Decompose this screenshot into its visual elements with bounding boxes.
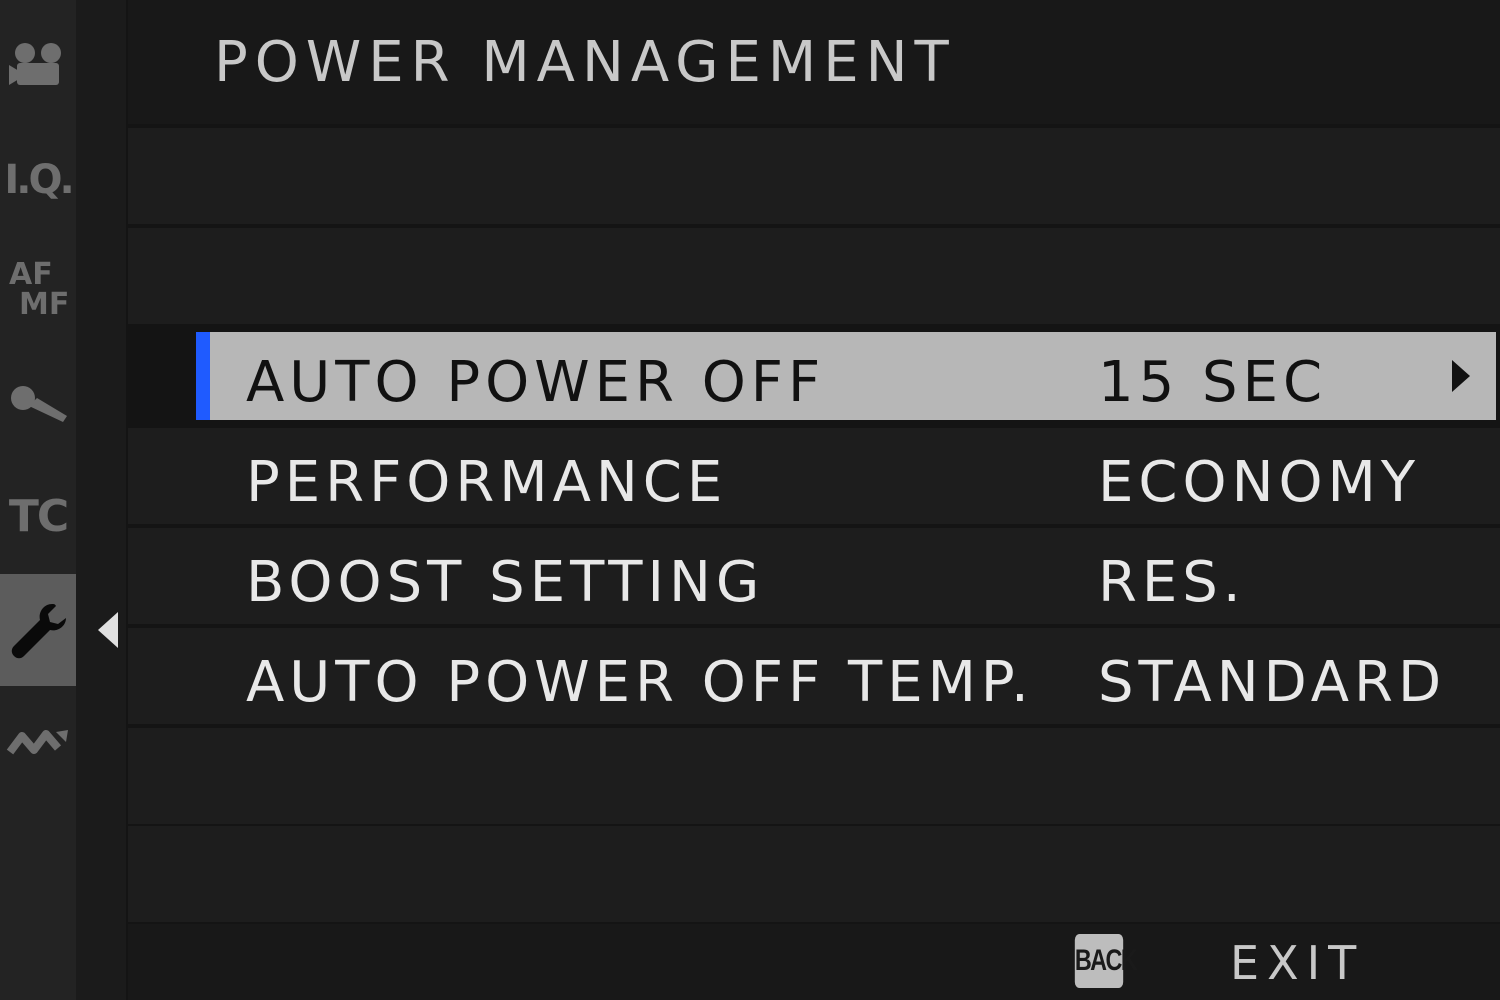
menu-row-empty (128, 128, 1500, 224)
selection-marker (196, 332, 210, 420)
af-mf-icon: AF MF (9, 257, 70, 322)
menu-tab-rail: I.Q. AF MF TC (0, 0, 76, 1000)
tab-timecode[interactable]: TC (0, 460, 76, 572)
menu-item-value: RES. (1098, 550, 1246, 615)
menu-item-value: 15 SEC (1098, 350, 1328, 415)
menu-item-label: AUTO POWER OFF (246, 350, 826, 415)
tab-image-quality[interactable]: I.Q. (0, 124, 76, 236)
tab-setup[interactable] (0, 574, 76, 686)
exit-label: EXIT (1230, 936, 1365, 990)
rail-gutter (76, 0, 126, 1000)
menu-row-empty (128, 826, 1500, 922)
back-button-icon[interactable]: BACK (1074, 934, 1138, 988)
menu-item-value: STANDARD (1098, 650, 1447, 715)
menu-item-label: PERFORMANCE (246, 450, 728, 515)
tab-movie[interactable] (0, 10, 76, 122)
tab-af-mf[interactable]: AF MF (0, 236, 76, 348)
menu-item-performance[interactable]: PERFORMANCE ECONOMY (128, 428, 1500, 524)
menu-row-empty (128, 228, 1500, 324)
tab-connection[interactable] (0, 686, 76, 798)
menu-item-label: AUTO POWER OFF TEMP. (246, 650, 1034, 715)
wrench-icon (11, 604, 66, 659)
menu-header: POWER MANAGEMENT (128, 0, 1500, 124)
menu-item-auto-power-off-temp[interactable]: AUTO POWER OFF TEMP. STANDARD (128, 628, 1500, 724)
movie-camera-icon (9, 43, 61, 85)
chevron-right-icon (1452, 360, 1470, 392)
menu-row-empty (128, 728, 1500, 824)
camera-menu-screen: I.Q. AF MF TC POWER MANAGEMENT AUTO POWE… (0, 0, 1500, 1000)
iq-icon: I.Q. (4, 157, 74, 203)
left-arrow-icon[interactable] (98, 612, 118, 648)
tab-audio[interactable] (0, 348, 76, 460)
page-title: POWER MANAGEMENT (214, 30, 956, 95)
menu-item-label: BOOST SETTING (246, 550, 765, 615)
menu-item-boost-setting[interactable]: BOOST SETTING RES. (128, 528, 1500, 624)
menu-item-auto-power-off[interactable]: AUTO POWER OFF 15 SEC (196, 332, 1496, 420)
menu-footer: BACK EXIT (128, 924, 1500, 1000)
menu-item-value: ECONOMY (1098, 450, 1421, 515)
microphone-icon (11, 386, 67, 422)
tc-icon: TC (8, 490, 69, 542)
connection-icon (6, 730, 68, 755)
